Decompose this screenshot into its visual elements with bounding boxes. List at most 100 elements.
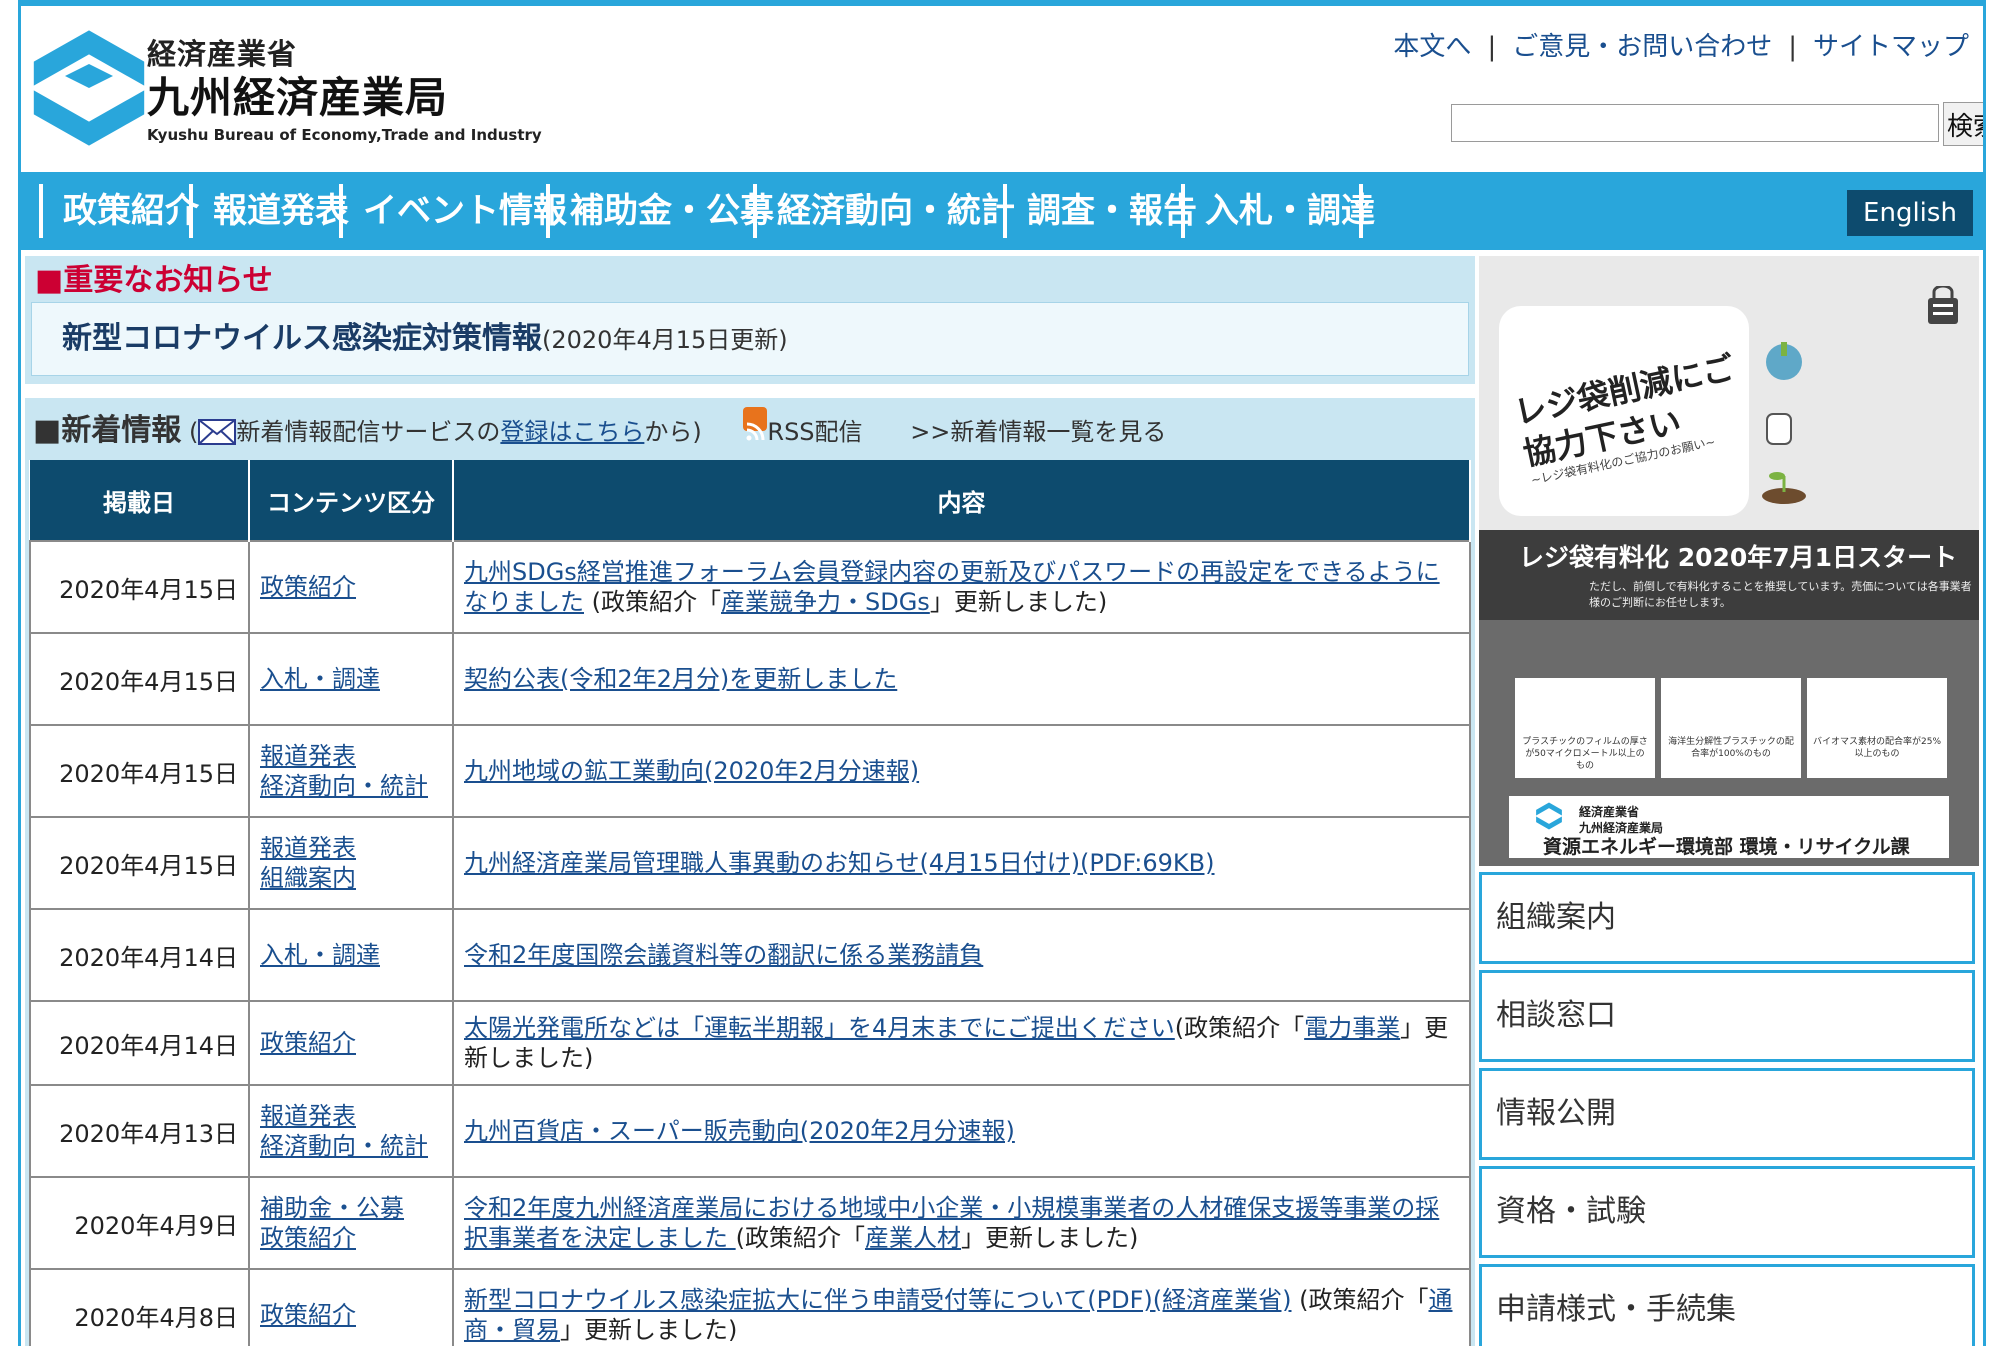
news-note-pre: (政策紹介「	[584, 588, 721, 616]
sitemap-link[interactable]: サイトマップ	[1813, 32, 1969, 62]
news-date: 2020年4月15日	[29, 632, 250, 726]
category-link[interactable]: 政策紹介	[260, 573, 356, 601]
news-content-cell: 九州地域の鉱工業動向(2020年2月分速報)	[452, 724, 1471, 818]
category-link[interactable]: 入札・調達	[260, 665, 380, 693]
news-category-cell: 補助金・公募 政策紹介	[248, 1176, 454, 1270]
banner-footer-ministry: 経済産業省	[1579, 805, 1640, 819]
news-category-cell: 政策紹介	[248, 540, 454, 634]
nav-item-bidding[interactable]: 入札・調達	[1181, 184, 1375, 238]
news-subcategory-link[interactable]: 産業競争力・SDGs	[721, 588, 930, 616]
category-link[interactable]: 経済動向・統計	[260, 1132, 428, 1160]
english-button[interactable]: English	[1847, 190, 1973, 236]
ministry-name: 経済産業省	[147, 37, 298, 71]
news-content-cell: 契約公表(令和2年2月分)を更新しました	[452, 632, 1471, 726]
right-sidebar: レジ袋削減にご協力下さい ~レジ袋有料化のご協力のお願い~ レジ袋有料化 202…	[1479, 256, 1979, 1346]
news-subcategory-link[interactable]: 電力事業	[1304, 1014, 1400, 1042]
basket-icon	[1928, 286, 1958, 324]
bag-type-1-label: プラスチックのフィルムの厚さが50マイクロメートル以上のもの	[1522, 737, 1648, 771]
bureau-name: 九州経済産業局	[147, 73, 449, 122]
news-note-post: 」更新しました)	[929, 588, 1108, 616]
news-note-pre: (政策紹介「	[1291, 1286, 1429, 1314]
banner-logo-icon	[1536, 802, 1562, 830]
news-content-cell: 新型コロナウイルス感染症拡大に伴う申請受付等について(PDF)(経済産業省) (…	[452, 1268, 1471, 1346]
nav-item-policy[interactable]: 政策紹介	[39, 184, 199, 238]
news-table-header: 掲載日 コンテンツ区分 内容	[30, 460, 1471, 541]
news-title-link[interactable]: 九州百貨店・スーパー販売動向(2020年2月分速報)	[464, 1117, 1015, 1145]
news-note-pre: (政策紹介「	[735, 1224, 866, 1252]
category-link[interactable]: 報道発表	[260, 1102, 356, 1130]
nav-item-research[interactable]: 調査・報告	[1003, 184, 1197, 238]
category-link[interactable]: 経済動向・統計	[260, 772, 428, 800]
category-link[interactable]: 政策紹介	[260, 1029, 356, 1057]
news-row: 2020年4月15日 報道発表 経済動向・統計 九州地域の鉱工業動向(2020年2月分…	[29, 724, 1471, 818]
sidebar-item-disclosure[interactable]: 情報公開	[1479, 1068, 1975, 1160]
news-content-cell: 九州経済産業局管理職人事異動のお知らせ(4月15日付け)(PDF:69KB)	[452, 816, 1471, 910]
bureau-name-en: Kyushu Bureau of Economy,Trade and Indus…	[147, 126, 542, 144]
news-date: 2020年4月15日	[29, 816, 250, 910]
covid-info-link[interactable]: 新型コロナウイルス感染症対策情報	[62, 321, 542, 356]
news-bar: ■新着情報 (新着情報配信サービスの登録はこちらから) RSS配信 >>新着情報…	[29, 402, 1471, 460]
news-title-link[interactable]: 九州地域の鉱工業動向(2020年2月分速報)	[464, 757, 919, 785]
news-note-post: 」更新しました)	[560, 1316, 738, 1344]
top-link-separator: |	[1487, 32, 1497, 62]
news-date: 2020年4月13日	[29, 1084, 250, 1178]
top-links: 本文へ | ご意見・お問い合わせ | サイトマップ	[1393, 26, 1969, 63]
important-notice: ■重要なお知らせ 新型コロナウイルス感染症対策情報(2020年4月15日更新)	[25, 256, 1475, 384]
category-link[interactable]: 政策紹介	[260, 1224, 356, 1252]
main-nav: 政策紹介 報道発表 イベント情報 補助金・公募 経済動向・統計 調査・報告 入札…	[21, 172, 1983, 250]
column-date: 掲載日	[30, 460, 250, 541]
logo-text[interactable]: 経済産業省 九州経済産業局 Kyushu Bureau of Economy,T…	[147, 36, 542, 146]
news-title-link[interactable]: 令和2年度国際会議資料等の翻訳に係る業務請負	[464, 941, 983, 969]
news-list-link[interactable]: >>新着情報一覧を見る	[910, 418, 1166, 446]
sidebar-item-application-forms[interactable]: 申請様式・手続集	[1479, 1264, 1975, 1346]
news-date: 2020年4月14日	[29, 1000, 250, 1086]
rss-icon[interactable]	[743, 407, 768, 441]
category-link[interactable]: 入札・調達	[260, 941, 380, 969]
top-link-separator: |	[1788, 32, 1797, 62]
category-link[interactable]: 組織案内	[260, 864, 356, 892]
subscribe-register-link[interactable]: 登録はこちら	[500, 418, 644, 446]
nav-item-economy-stats[interactable]: 経済動向・統計	[753, 184, 1015, 238]
bureau-logo-icon[interactable]	[29, 28, 149, 148]
news-title-link[interactable]: 九州経済産業局管理職人事異動のお知らせ(4月15日付け)(PDF:69KB)	[464, 849, 1215, 877]
news-title-link[interactable]: 契約公表(令和2年2月分)を更新しました	[464, 665, 897, 693]
nav-item-events[interactable]: イベント情報	[339, 184, 567, 238]
rss-link[interactable]: RSS配信	[767, 418, 862, 446]
category-link[interactable]: 補助金・公募	[260, 1194, 404, 1222]
contact-link[interactable]: ご意見・お問い合わせ	[1512, 32, 1772, 62]
sidebar-item-organization[interactable]: 組織案内	[1479, 872, 1975, 964]
skip-to-content-link[interactable]: 本文へ	[1393, 32, 1471, 62]
banner-small-text: ただし、前倒しで有料化することを推奨しています。売価については各事業者様のご判断…	[1589, 580, 1972, 609]
news-row: 2020年4月8日 政策紹介 新型コロナウイルス感染症拡大に伴う申請受付等について(…	[29, 1268, 1471, 1346]
news-category-cell: 入札・調達	[248, 632, 454, 726]
bag-type-2-label: 海洋生分解性プラスチックの配合率が100%のもの	[1668, 737, 1794, 759]
search-button[interactable]: 検索	[1943, 102, 1983, 146]
sidebar-item-qualifications[interactable]: 資格・試験	[1479, 1166, 1975, 1258]
news-content-cell: 太陽光発電所などは「運転半期報」を4月末までにご提出ください(政策紹介「電力事業…	[452, 1000, 1471, 1086]
news-row: 2020年4月15日 政策紹介 九州SDGs経営推進フォーラム会員登録内容の更新及び…	[29, 540, 1471, 634]
news-category-cell: 報道発表 経済動向・統計	[248, 1084, 454, 1178]
nav-item-press[interactable]: 報道発表	[189, 184, 349, 238]
page: 経済産業省 九州経済産業局 Kyushu Bureau of Economy,T…	[18, 0, 1986, 1346]
banner-footer: 経済産業省 九州経済産業局 資源エネルギー環境部 環境・リサイクル課	[1509, 796, 1949, 858]
news-title-link[interactable]: 新型コロナウイルス感染症拡大に伴う申請受付等について(PDF)(経済産業省)	[464, 1286, 1292, 1314]
category-link[interactable]: 報道発表	[260, 834, 356, 862]
news-category-cell: 入札・調達	[248, 908, 454, 1002]
news-table: 掲載日 コンテンツ区分 内容 2020年4月15日 政策紹介 九州SDGs経営推進フ…	[29, 460, 1471, 1346]
category-link[interactable]: 報道発表	[260, 742, 356, 770]
sidebar-item-consultation[interactable]: 相談窓口	[1479, 970, 1975, 1062]
category-link[interactable]: 政策紹介	[260, 1301, 356, 1329]
news-content-cell: 令和2年度九州経済産業局における地域中小企業・小規模事業者の人材確保支援等事業の…	[452, 1176, 1471, 1270]
nav-item-subsidies[interactable]: 補助金・公募	[546, 184, 774, 238]
news-subcategory-link[interactable]: 産業人材	[865, 1224, 961, 1252]
news-category-cell: 報道発表 経済動向・統計	[248, 724, 454, 818]
sprout-icon	[1762, 472, 1806, 504]
plastic-bag-banner[interactable]: レジ袋削減にご協力下さい ~レジ袋有料化のご協力のお願い~ レジ袋有料化 202…	[1479, 256, 1979, 866]
subscribe-open-paren: (	[189, 418, 199, 446]
search-input[interactable]	[1451, 104, 1939, 142]
column-category: コンテンツ区分	[249, 460, 454, 541]
bag-type-3-label: バイオマス素材の配合率が25%以上のもの	[1813, 737, 1942, 759]
news-title-link[interactable]: 太陽光発電所などは「運転半期報」を4月末までにご提出ください	[464, 1014, 1175, 1042]
news-row: 2020年4月9日 補助金・公募 政策紹介 令和2年度九州経済産業局における地域中小企…	[29, 1176, 1471, 1270]
news-category-cell: 政策紹介	[248, 1000, 454, 1086]
